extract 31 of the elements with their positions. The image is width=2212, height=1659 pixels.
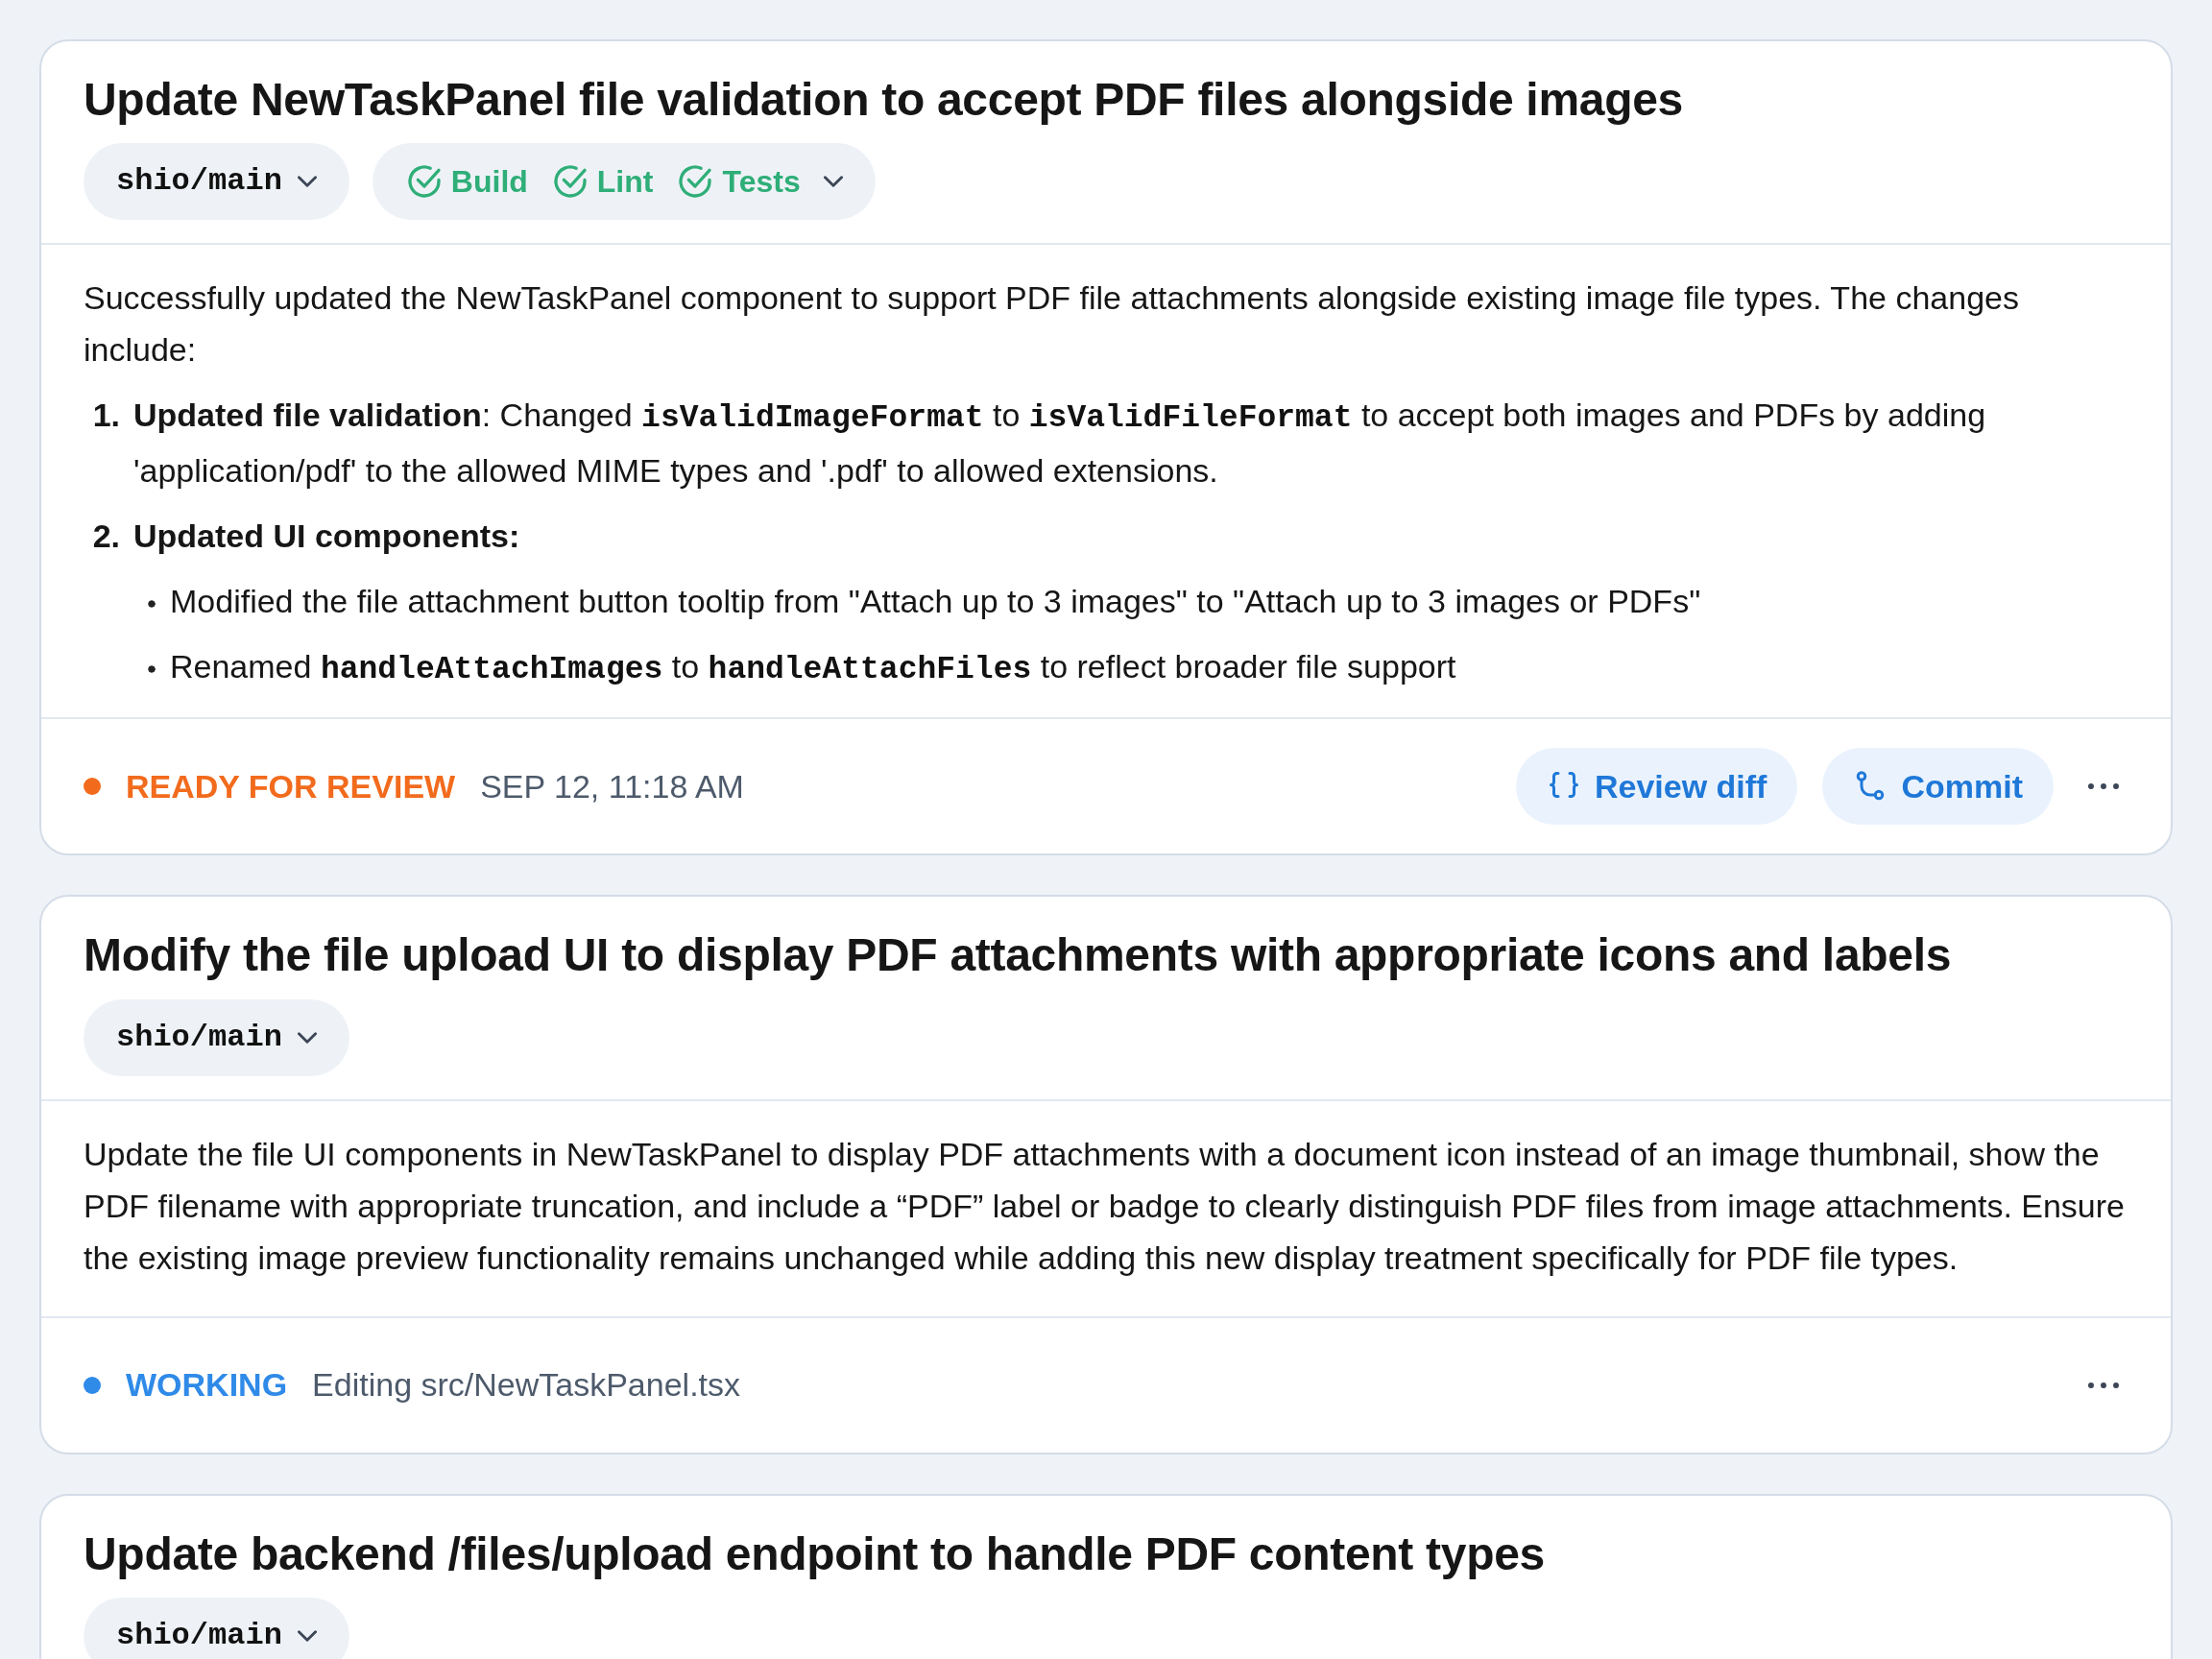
status-label: READY FOR REVIEW: [126, 766, 456, 806]
bullet-icon: [147, 599, 156, 610]
branch-dropdown[interactable]: shio/main: [84, 998, 349, 1076]
description-text: Update the file UI components in NewTaskPanel to display PDF attachments with a document icon instead of an image thumbnail, show the PDF filename with appropriate truncation, and include a “PDF” label or badge to clearly distinguish PDF files from image attachments. Ensure the existing image preview functionality remains unchanged while adding this new display treatment specifically for PDF file types.: [84, 1134, 2126, 1278]
status-detail: Editing src/NewTaskPanel.tsx: [312, 1365, 741, 1406]
check-status: Build: [404, 158, 528, 205]
list-number: 1.: [91, 396, 120, 436]
task-title: Update backend /files/upload endpoint to handle PDF content types: [84, 1527, 1546, 1581]
commit-button[interactable]: Commit: [1822, 748, 2054, 826]
list-item-text: Renamed handleAttachImages to handleAttachFiles to reflect broader file support: [170, 647, 1456, 690]
more-icon: [2088, 1382, 2119, 1388]
more-icon: [2088, 783, 2119, 790]
chevron-down-icon: [823, 176, 843, 188]
chevron-down-icon: [297, 176, 317, 188]
list-number: 2.: [91, 517, 120, 557]
check-status: Lint: [550, 158, 654, 205]
list-item-text: Updated UI components:: [133, 517, 520, 557]
list-item-text: Updated file validation: Changed isValidImageFormat to isValidFileFormat to accept both images and PDFs by adding 'application/pdf' to the allowed MIME types and '.pdf' to allowed extensions.: [133, 396, 1987, 492]
chevron-down-icon: [297, 1630, 317, 1643]
task-title: Update NewTaskPanel file validation to accept PDF files alongside images: [84, 73, 1684, 127]
task-title: Modify the file upload UI to display PDF attachments with appropriate icons and labels: [84, 928, 1953, 983]
status-label: WORKING: [126, 1365, 288, 1406]
description-text: Successfully updated the NewTaskPanel component to support PDF file attachments alongside existing image file types. The changes include:: [84, 278, 2020, 371]
bullet-icon: [147, 664, 156, 675]
check-status: Tests: [676, 158, 801, 205]
review-diff-button[interactable]: Review diff: [1515, 748, 1798, 826]
branch-dropdown[interactable]: shio/main: [84, 1598, 349, 1659]
chevron-down-icon: [297, 1031, 317, 1044]
status-detail: SEP 12, 11:18 AM: [480, 766, 744, 806]
branch-dropdown[interactable]: shio/main: [84, 143, 349, 221]
list-item-text: Modified the file attachment button tooltip from "Attach up to 3 images" to "Attach up to 3 images or PDFs": [170, 582, 1701, 622]
